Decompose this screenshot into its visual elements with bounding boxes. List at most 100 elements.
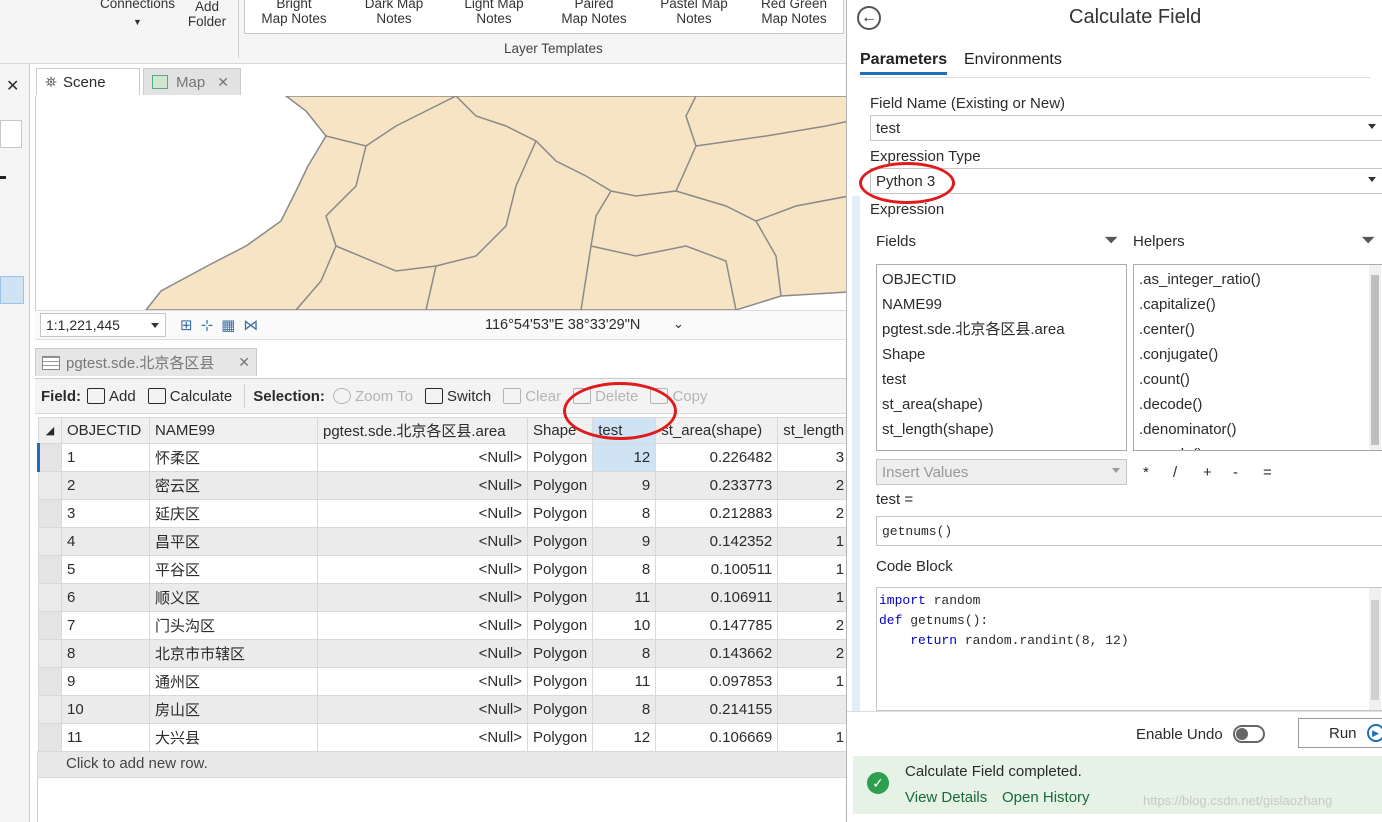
table-cell[interactable]: 0.097853 xyxy=(655,667,779,696)
calculate-field-button[interactable]: Calculate xyxy=(147,388,232,405)
table-cell[interactable]: 密云区 xyxy=(149,471,318,500)
table-cell[interactable]: 1 xyxy=(777,527,851,556)
table-cell[interactable]: 2 xyxy=(61,471,150,500)
table-cell[interactable]: <Null> xyxy=(317,667,528,696)
zoom-to-button[interactable]: Zoom To xyxy=(332,388,413,405)
add-field-button[interactable]: Add xyxy=(87,388,136,405)
helper-list-item[interactable]: .denominator() xyxy=(1139,417,1377,442)
row-header[interactable] xyxy=(38,695,62,724)
helper-list-item[interactable]: .decode() xyxy=(1139,392,1377,417)
table-cell[interactable]: 1 xyxy=(61,443,150,472)
helper-list-item[interactable]: .encode() xyxy=(1139,442,1377,450)
table-cell[interactable]: 4 xyxy=(61,527,150,556)
table-cell[interactable]: Polygon xyxy=(526,527,594,556)
table-row[interactable]: 8 北京市市辖区 <Null> Polygon 8 0.143662 2 xyxy=(38,639,851,668)
table-row[interactable]: 7 门头沟区 <Null> Polygon 10 0.147785 2 xyxy=(38,611,851,640)
table-cell[interactable]: 3 xyxy=(777,443,851,472)
table-cell[interactable]: Polygon xyxy=(526,555,594,584)
table-cell[interactable]: <Null> xyxy=(317,527,528,556)
close-tab-icon[interactable]: ✕ xyxy=(238,354,250,371)
selected-item[interactable] xyxy=(0,276,24,304)
table-cell[interactable]: Polygon xyxy=(526,499,594,528)
tab-parameters[interactable]: Parameters xyxy=(860,51,948,75)
row-header[interactable] xyxy=(38,527,62,556)
table-cell[interactable]: 12 xyxy=(592,723,657,752)
table-cell[interactable]: 0.226482 xyxy=(655,443,779,472)
table-cell[interactable]: Polygon xyxy=(526,639,594,668)
helper-list-item[interactable]: .count() xyxy=(1139,367,1377,392)
table-cell[interactable]: 1 xyxy=(777,583,851,612)
row-header[interactable] xyxy=(37,443,62,472)
operator-button[interactable]: - xyxy=(1233,464,1243,481)
field-name-select[interactable]: test xyxy=(870,115,1382,141)
table-cell[interactable]: 北京市市辖区 xyxy=(149,639,318,668)
table-cell[interactable]: 1 xyxy=(777,555,851,584)
table-cell[interactable]: 0.106669 xyxy=(655,723,779,752)
row-header[interactable] xyxy=(38,555,62,584)
table-cell[interactable]: 9 xyxy=(592,471,657,500)
scale-selector[interactable]: 1:1,221,445 xyxy=(40,313,166,337)
table-cell[interactable]: 门头沟区 xyxy=(149,611,318,640)
table-row[interactable]: 9 通州区 <Null> Polygon 11 0.097853 1 xyxy=(38,667,851,696)
grid-icon[interactable]: ▦ xyxy=(221,316,235,334)
operator-button[interactable]: = xyxy=(1263,464,1273,481)
template-light[interactable]: Light Map Notes xyxy=(449,0,539,26)
chevron-down-icon[interactable]: ⌄ xyxy=(673,316,684,332)
table-cell[interactable]: 10 xyxy=(592,611,657,640)
helper-list-item[interactable]: .as_integer_ratio() xyxy=(1139,267,1377,292)
row-header[interactable] xyxy=(38,583,62,612)
table-cell[interactable]: 0.100511 xyxy=(655,555,779,584)
field-list-item[interactable]: OBJECTID xyxy=(882,267,1121,292)
table-cell[interactable]: <Null> xyxy=(317,639,528,668)
back-arrow-icon[interactable]: ← xyxy=(857,6,881,30)
table-cell[interactable]: 0.233773 xyxy=(655,471,779,500)
table-cell[interactable]: 1 xyxy=(777,667,851,696)
map-view[interactable] xyxy=(35,96,848,310)
table-cell[interactable]: 0.106911 xyxy=(655,583,779,612)
table-cell[interactable]: 8 xyxy=(592,499,657,528)
table-cell[interactable]: 6 xyxy=(61,583,150,612)
table-cell[interactable]: 2 xyxy=(777,611,851,640)
row-header[interactable] xyxy=(38,611,62,640)
table-cell[interactable]: 大兴县 xyxy=(149,723,318,752)
table-cell[interactable]: <Null> xyxy=(317,499,528,528)
table-cell[interactable]: 5 xyxy=(61,555,150,584)
filter-icon[interactable]: ⏷ xyxy=(1361,230,1375,251)
table-cell[interactable]: 7 xyxy=(61,611,150,640)
table-cell[interactable]: 顺义区 xyxy=(149,583,318,612)
field-list-item[interactable]: pgtest.sde.北京各区县.area xyxy=(882,317,1121,342)
select-all-corner[interactable]: ◢ xyxy=(38,417,62,444)
table-cell[interactable]: 0.143662 xyxy=(655,639,779,668)
field-list-item[interactable]: test xyxy=(882,367,1121,392)
col-header-objectid[interactable]: OBJECTID xyxy=(61,417,150,444)
expression-input[interactable]: getnums() xyxy=(876,516,1382,546)
operator-button[interactable]: * xyxy=(1143,464,1153,481)
table-cell[interactable]: 8 xyxy=(61,639,150,668)
table-cell[interactable]: 怀柔区 xyxy=(149,443,318,472)
table-cell[interactable]: 8 xyxy=(592,695,657,724)
table-cell[interactable]: 10 xyxy=(61,695,150,724)
table-cell[interactable]: 11 xyxy=(61,723,150,752)
field-list-item[interactable]: st_area(shape) xyxy=(882,392,1121,417)
table-cell[interactable]: <Null> xyxy=(317,695,528,724)
pane-dropdown[interactable] xyxy=(0,120,22,148)
operator-button[interactable]: + xyxy=(1203,464,1213,481)
table-cell[interactable]: Polygon xyxy=(526,611,594,640)
table-cell[interactable]: 9 xyxy=(61,667,150,696)
code-block-editor[interactable]: import random def getnums(): return rando… xyxy=(876,587,1382,711)
table-cell[interactable]: <Null> xyxy=(317,555,528,584)
col-header-st-length[interactable]: st_length xyxy=(777,417,851,444)
table-cell[interactable]: 12 xyxy=(592,443,657,472)
table-cell[interactable]: <Null> xyxy=(317,471,528,500)
table-cell[interactable]: Polygon xyxy=(526,443,594,472)
helpers-scrollbar[interactable] xyxy=(1369,265,1381,450)
table-cell[interactable]: 0.147785 xyxy=(655,611,779,640)
pause-draw-icon[interactable]: ⋈ xyxy=(243,316,258,334)
table-cell[interactable] xyxy=(777,695,851,724)
template-dark[interactable]: Dark Map Notes xyxy=(349,0,439,26)
run-button[interactable]: Run ▶ xyxy=(1298,718,1382,748)
table-cell[interactable]: <Null> xyxy=(317,443,528,472)
operator-button[interactable]: / xyxy=(1173,464,1183,481)
table-row[interactable]: 6 顺义区 <Null> Polygon 11 0.106911 1 xyxy=(38,583,851,612)
col-header-area[interactable]: pgtest.sde.北京各区县.area xyxy=(317,417,528,444)
